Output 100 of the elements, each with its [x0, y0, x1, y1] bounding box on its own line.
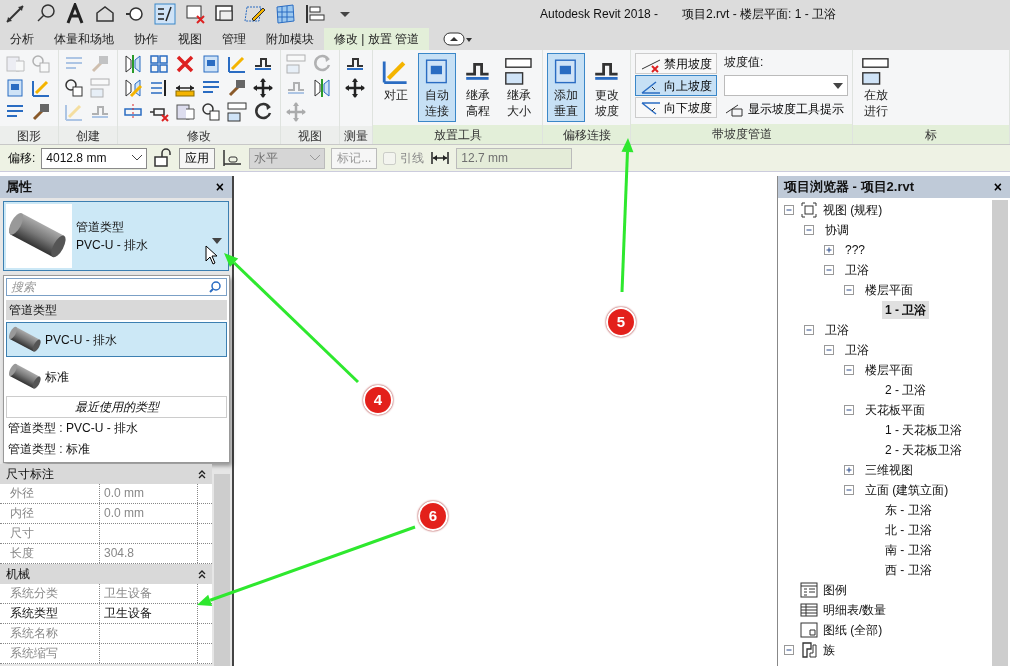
shape-icon[interactable]	[63, 77, 85, 99]
caret-icon	[833, 82, 843, 89]
tree-item[interactable]: 视图 (规程)	[820, 201, 886, 219]
tree-item[interactable]: 图例	[820, 581, 850, 599]
array-icon[interactable]	[148, 53, 170, 75]
ribbon-tab[interactable]: 修改 | 放置 管道	[324, 28, 430, 50]
panel-label: 测量	[340, 126, 372, 144]
document-title: 项目2.rvt - 楼层平面: 1 - 卫浴	[682, 6, 837, 23]
recent-type-item[interactable]: 管道类型 : PVC-U - 排水	[4, 418, 229, 439]
tool-icon	[503, 56, 535, 88]
tree-item[interactable]: 三维视图	[862, 461, 916, 479]
tree-item[interactable]: 卫浴	[842, 341, 872, 359]
tree-item[interactable]: 西 - 卫浴	[882, 561, 935, 579]
tree-item[interactable]: 明细表/数量	[820, 601, 890, 619]
expand-icon[interactable]	[844, 465, 854, 475]
window-title: Autodesk Revit 2018 -	[540, 6, 659, 23]
panel-label: 偏移连接	[543, 125, 630, 144]
type-list-item[interactable]: PVC-U - 排水	[6, 322, 227, 357]
panel-icon[interactable]	[4, 77, 26, 99]
panel-label: 创建	[59, 126, 117, 144]
tool-button[interactable]: 继承大小	[500, 53, 538, 123]
ribbon-tab[interactable]: 视图	[168, 28, 212, 50]
tree-item[interactable]: 图纸 (全部)	[820, 621, 886, 639]
shape-icon[interactable]	[200, 101, 222, 123]
grid-icon[interactable]	[274, 3, 296, 25]
text-icon[interactable]	[64, 3, 86, 25]
caret-icon	[132, 155, 143, 161]
recent-type-item[interactable]: 管道类型 : 标准	[4, 439, 229, 460]
tree-item[interactable]: 1 - 天花板卫浴	[882, 421, 966, 439]
scrollbar[interactable]	[992, 200, 1008, 666]
house-icon[interactable]	[94, 3, 116, 25]
slope-button[interactable]: 向下坡度	[635, 97, 717, 118]
ribbon-tab[interactable]: 体量和场地	[44, 28, 124, 50]
list-group-header: 管道类型	[6, 300, 227, 320]
expand-icon[interactable]	[824, 245, 834, 255]
move-icon[interactable]	[344, 77, 366, 99]
scrollbar[interactable]	[214, 474, 230, 666]
tool-button[interactable]: 在放进行	[857, 53, 895, 123]
mirror-draw-icon[interactable]	[122, 77, 144, 99]
tree-item[interactable]: 楼层平面	[862, 361, 916, 379]
search-field[interactable]: 搜索	[6, 278, 227, 296]
ribbon-tab[interactable]: 分析	[0, 28, 44, 50]
hammer-icon[interactable]	[226, 77, 248, 99]
family-icon	[800, 641, 818, 659]
pencil-icon[interactable]	[244, 3, 266, 25]
type-list-item[interactable]: 标准	[6, 359, 227, 394]
collapse-icon[interactable]	[198, 569, 206, 579]
ribbon-toggle-icon[interactable]	[443, 31, 474, 47]
move-icon[interactable]	[252, 77, 274, 99]
slope-value-label: 坡度值:	[724, 54, 765, 71]
length-icon	[430, 150, 451, 166]
leader-label: 引线	[400, 150, 425, 167]
tree-item[interactable]: 北 - 卫浴	[882, 521, 935, 539]
tree-item[interactable]: 1 - 卫浴	[882, 301, 930, 319]
tool-button[interactable]: 更改坡度	[588, 53, 626, 123]
close-windows-icon[interactable]	[184, 3, 206, 25]
tree-item[interactable]: 2 - 天花板卫浴	[882, 441, 966, 459]
property-value[interactable]: 卫生设备	[100, 604, 198, 623]
ribbon-tab[interactable]: 管理	[212, 28, 256, 50]
property-value: 0.0 mm	[100, 484, 198, 503]
ribbon-tab[interactable]: 附加模块	[256, 28, 324, 50]
tool-button[interactable]: 自动连接	[418, 53, 456, 123]
offset-dropdown[interactable]: 4012.8 mm	[41, 147, 148, 169]
tool-button[interactable]: 继承高程	[459, 53, 497, 123]
close-button[interactable]: ×	[991, 180, 1004, 194]
thin-lines-icon[interactable]	[154, 3, 176, 25]
tool-button[interactable]: 对正	[377, 53, 415, 107]
lock-icon[interactable]	[153, 148, 174, 168]
tree-item[interactable]: 2 - 卫浴	[882, 381, 930, 399]
tool-button[interactable]: 添加垂直	[547, 53, 585, 123]
dimension-icon[interactable]	[4, 3, 26, 25]
property-value: 卫生设备	[100, 584, 198, 603]
slope-button[interactable]: 禁用坡度	[635, 53, 717, 74]
panel-label: 带坡度管道	[631, 124, 852, 144]
ribbon-tab[interactable]: 协作	[124, 28, 168, 50]
tree-item[interactable]: ???	[842, 241, 869, 259]
tree-item[interactable]: 天花板平面	[862, 401, 928, 419]
align-icon[interactable]	[304, 3, 326, 25]
tree-item[interactable]: 东 - 卫浴	[882, 501, 935, 519]
panel-icon[interactable]	[200, 53, 222, 75]
tree-item[interactable]: 楼层平面	[862, 281, 916, 299]
collapse-icon[interactable]	[198, 469, 206, 479]
tree-item[interactable]: 族	[820, 641, 838, 659]
tree-item[interactable]: 卫浴	[822, 321, 852, 339]
hammer-icon[interactable]	[30, 101, 52, 123]
mirror-icon[interactable]	[311, 77, 333, 99]
tree-item[interactable]: 南 - 卫浴	[882, 541, 935, 559]
panel-title: 属性	[6, 178, 32, 197]
apply-button[interactable]: 应用	[179, 147, 216, 169]
close-button[interactable]: ×	[213, 180, 226, 194]
tree-item[interactable]: 协调	[822, 221, 852, 239]
tooltip-toggle-button[interactable]: 显示坡度工具提示	[724, 100, 848, 118]
tree-item[interactable]: 立面 (建筑立面)	[862, 481, 952, 499]
property-value: 304.8	[100, 544, 198, 563]
type-selector[interactable]: 管道类型 PVC-U - 排水	[3, 201, 229, 271]
slope-button[interactable]: 向上坡度	[635, 75, 717, 96]
tree-item[interactable]: 卫浴	[842, 261, 872, 279]
delete-icon[interactable]	[174, 53, 196, 75]
mirror-icon[interactable]	[122, 53, 144, 75]
mouse-pointer-icon	[205, 245, 219, 265]
